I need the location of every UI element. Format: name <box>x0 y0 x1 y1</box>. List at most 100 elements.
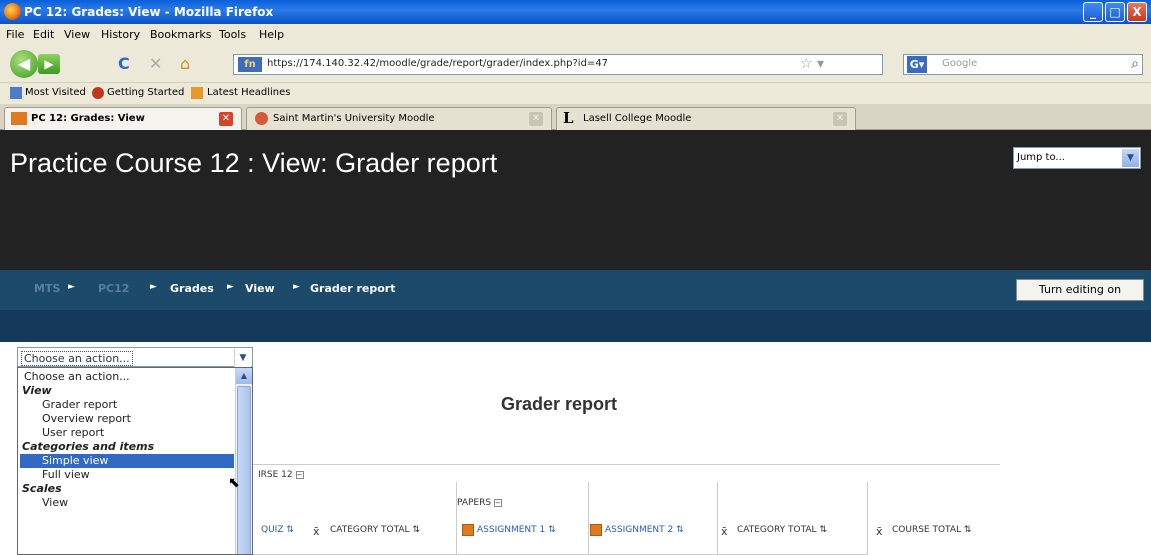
search-icon[interactable]: ⌕ <box>1131 56 1139 72</box>
dropdown-group-label: Scales <box>22 482 62 495</box>
assignment-icon <box>590 524 602 536</box>
search-engine-icon[interactable]: G▾ <box>907 56 927 73</box>
column-divider <box>588 482 589 555</box>
close-button[interactable]: X <box>1127 2 1147 22</box>
dropdown-option[interactable]: Overview report <box>20 412 234 426</box>
breadcrumb: MTS ► PC12 ► Grades ► View ► Grader repo… <box>0 270 1151 310</box>
sigma-icon: x̄ <box>313 525 320 538</box>
close-tab-icon[interactable]: ✕ <box>833 112 847 126</box>
mouse-cursor-icon: ⬉ <box>228 475 240 491</box>
breadcrumb-grader-report: Grader report <box>310 282 396 295</box>
menu-edit[interactable]: Edit <box>33 28 54 41</box>
menu-bookmarks[interactable]: Bookmarks <box>150 28 211 41</box>
jump-to-select[interactable]: Jump to... ▼ <box>1013 147 1141 169</box>
getting-started-icon <box>92 87 104 99</box>
lasell-favicon-icon: L <box>563 109 574 127</box>
dropdown-option[interactable]: Full view <box>20 468 234 482</box>
stop-icon[interactable]: ✕ <box>149 54 162 74</box>
turn-editing-on-button[interactable]: Turn editing on <box>1016 279 1144 301</box>
tab-label: Saint Martin's University Moodle <box>273 113 435 124</box>
bookmarks-bar: Most Visited Getting Started Latest Head… <box>0 82 1151 104</box>
column-header-course-total[interactable]: COURSE TOTAL ⇅ <box>892 525 971 535</box>
url-text[interactable]: https://174.140.32.42/moodle/grade/repor… <box>267 58 608 69</box>
column-divider <box>717 482 718 555</box>
collapse-icon[interactable]: − <box>295 470 304 479</box>
menu-help[interactable]: Help <box>259 28 284 41</box>
breadcrumb-separator-icon: ► <box>150 282 157 292</box>
column-header-quiz[interactable]: QUIZ ⇅ <box>261 525 294 535</box>
close-tab-icon[interactable]: ✕ <box>219 112 233 126</box>
collapse-icon[interactable]: − <box>493 498 502 507</box>
course-category-label: IRSE 12 <box>258 470 293 480</box>
search-box[interactable]: G▾ Google ⌕ <box>903 54 1143 75</box>
tab-label: PC 12: Grades: View <box>31 113 145 124</box>
rss-feed-icon <box>191 87 203 99</box>
breadcrumb-view[interactable]: View <box>245 282 275 295</box>
sigma-icon: x̄ <box>876 525 883 538</box>
tab-bar: PC 12: Grades: View ✕ Saint Martin's Uni… <box>0 104 1151 130</box>
breadcrumb-site[interactable]: MTS <box>34 282 60 295</box>
sigma-icon: x̄ <box>721 525 728 538</box>
navigation-toolbar: ◀ ▶ C ✕ ⌂ fn https://174.140.32.42/moodl… <box>0 46 1151 82</box>
scroll-up-icon[interactable]: ▲ <box>236 368 252 384</box>
dropdown-option[interactable]: View <box>20 496 234 510</box>
address-bar[interactable]: fn https://174.140.32.42/moodle/grade/re… <box>233 54 883 75</box>
page-title: Practice Course 12 : View: Grader report <box>10 148 498 178</box>
column-divider <box>456 482 457 555</box>
site-identity-icon[interactable]: fn <box>238 57 262 72</box>
dropdown-option-selected[interactable]: Simple view <box>20 454 234 468</box>
divider <box>240 464 1000 465</box>
jump-to-value: Jump to... <box>1017 152 1065 163</box>
bookmark-getting-started[interactable]: Getting Started <box>107 87 184 98</box>
close-tab-icon[interactable]: ✕ <box>529 112 543 126</box>
minimize-button[interactable]: _ <box>1083 2 1103 22</box>
page-header: Practice Course 12 : View: Grader report… <box>0 130 1151 270</box>
bookmark-star-icon[interactable]: ☆ ▾ <box>800 56 824 72</box>
grader-table <box>240 482 868 555</box>
moodle-favicon-icon <box>11 112 27 125</box>
breadcrumb-grades[interactable]: Grades <box>170 282 214 295</box>
chevron-down-icon[interactable]: ▼ <box>234 349 251 367</box>
column-divider <box>867 482 868 555</box>
report-title: Grader report <box>501 394 618 414</box>
main-content: Grader report IRSE 12 − PAPERS − QUIZ ⇅ … <box>0 342 1151 555</box>
dropdown-group-label: Categories and items <box>22 440 155 453</box>
action-select-value: Choose an action... <box>21 351 133 366</box>
breadcrumb-separator-icon: ► <box>68 282 75 292</box>
column-header-assignment-2[interactable]: ASSIGNMENT 2 ⇅ <box>605 525 684 535</box>
bookmark-most-visited[interactable]: Most Visited <box>25 87 86 98</box>
menu-tools[interactable]: Tools <box>219 28 246 41</box>
chevron-down-icon[interactable]: ▼ <box>1122 149 1139 167</box>
menu-file[interactable]: File <box>6 28 24 41</box>
dropdown-option[interactable]: User report <box>20 426 234 440</box>
breadcrumb-course[interactable]: PC12 <box>98 282 129 295</box>
column-header-category-total-2[interactable]: CATEGORY TOTAL ⇅ <box>737 525 827 535</box>
column-header-assignment-1[interactable]: ASSIGNMENT 1 ⇅ <box>477 525 556 535</box>
scroll-thumb[interactable] <box>237 386 251 554</box>
dropdown-scrollbar[interactable]: ▲ <box>235 368 252 554</box>
forward-button[interactable]: ▶ <box>38 54 60 74</box>
bookmark-latest-headlines[interactable]: Latest Headlines <box>207 87 291 98</box>
reload-icon[interactable]: C <box>118 54 130 74</box>
tab-grades-view[interactable]: PC 12: Grades: View ✕ <box>4 107 242 130</box>
firefox-icon <box>4 3 21 20</box>
action-select[interactable]: Choose an action... ▼ <box>17 347 253 367</box>
home-icon[interactable]: ⌂ <box>180 54 190 74</box>
saint-martins-favicon-icon <box>255 112 268 125</box>
tab-label: Lasell College Moodle <box>583 113 692 124</box>
tab-saint-martins[interactable]: Saint Martin's University Moodle ✕ <box>246 107 552 130</box>
menu-view[interactable]: View <box>64 28 90 41</box>
tab-lasell-college[interactable]: L Lasell College Moodle ✕ <box>556 107 856 130</box>
breadcrumb-separator-icon: ► <box>293 282 300 292</box>
course-category-header: IRSE 12 − <box>258 470 304 480</box>
papers-label: PAPERS <box>457 498 492 508</box>
menu-history[interactable]: History <box>101 28 140 41</box>
maximize-button[interactable]: □ <box>1105 2 1125 22</box>
menu-bar: File Edit View History Bookmarks Tools H… <box>0 24 1151 46</box>
back-button[interactable]: ◀ <box>10 50 38 78</box>
dropdown-option[interactable]: Grader report <box>20 398 234 412</box>
window-title: PC 12: Grades: View - Mozilla Firefox <box>24 5 274 19</box>
dropdown-option[interactable]: Choose an action... <box>20 370 234 384</box>
column-header-category-total[interactable]: CATEGORY TOTAL ⇅ <box>330 525 420 535</box>
window-title-bar: PC 12: Grades: View - Mozilla Firefox _ … <box>0 0 1151 24</box>
